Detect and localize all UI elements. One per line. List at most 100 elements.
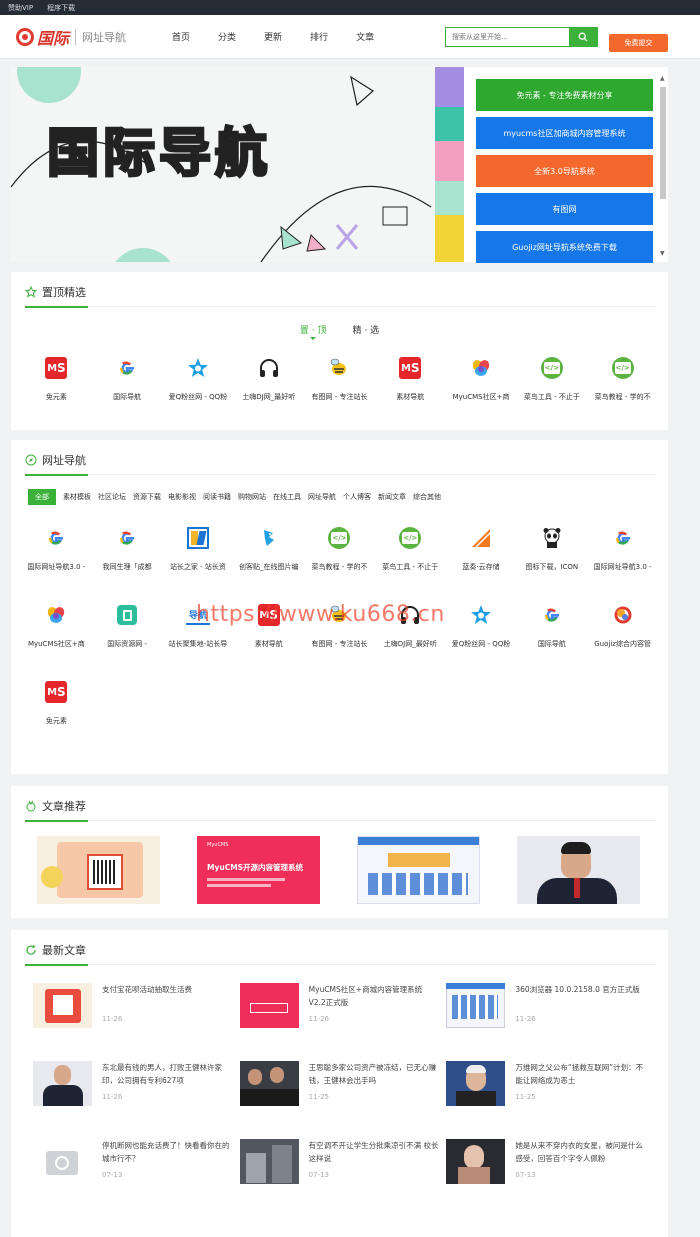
site-card[interactable]: 国际资源网 -	[92, 593, 163, 670]
category-9[interactable]: 个人博客	[343, 492, 371, 502]
category-10[interactable]: 新闻文章	[378, 492, 406, 502]
news-title[interactable]: 支付宝花呗活动抽取生活费	[102, 983, 232, 1011]
site-card[interactable]: 国际网址导航3.0 -	[21, 516, 92, 593]
site-logo[interactable]: 国际 网址导航	[16, 25, 166, 49]
quick-link-1[interactable]: myucms社区加商城内容管理系统	[476, 117, 653, 149]
scroll-up-icon[interactable]: ▲	[660, 75, 665, 82]
category-4[interactable]: 电影影视	[168, 492, 196, 502]
news-item[interactable]: 万维网之父公布“拯救互联网”计划：不能让网络成为恶土 11-25	[446, 1061, 653, 1106]
news-item[interactable]: MyuCMS社区+商城内容管理系统V2.2正式版 11-26	[239, 983, 447, 1028]
program-download-link[interactable]: 程序下载	[47, 3, 75, 13]
news-title[interactable]: 东北最有钱的男人，打败王健林许家印，公司拥有专利627项	[102, 1061, 232, 1089]
news-thumbnail[interactable]	[33, 983, 92, 1028]
category-7[interactable]: 在线工具	[273, 492, 301, 502]
article-thumb-myucms[interactable]: MyuCMS MyuCMS开源内容管理系统	[197, 836, 320, 904]
site-card[interactable]: MyuCMS社区+商	[446, 346, 517, 423]
news-item[interactable]: 她是从来不穿内衣的女星，被问是什么感受，回答百个字令人佩粉 07-13	[446, 1139, 653, 1184]
latest-panel: 最新文章 支付宝花呗活动抽取生活费 11-26 MyuCMS社区+商城内容管理系统V…	[11, 930, 668, 1237]
category-6[interactable]: 购物网站	[238, 492, 266, 502]
news-title[interactable]: 360浏览器 10.0.2158.0 官方正式版	[515, 983, 645, 1011]
news-item[interactable]: 支付宝花呗活动抽取生活费 11-26	[33, 983, 240, 1028]
category-3[interactable]: 资源下载	[133, 492, 161, 502]
news-thumbnail[interactable]	[446, 1061, 506, 1106]
news-date: 11-26	[308, 1015, 329, 1023]
site-card[interactable]: 土嗨DJ网_最好听	[233, 346, 304, 423]
site-card[interactable]: M S 免元素	[21, 670, 92, 747]
news-title[interactable]: 万维网之父公布“拯救互联网”计划：不能让网络成为恶土	[515, 1061, 645, 1089]
site-card[interactable]: 国际网址导航3.0 -	[587, 516, 658, 593]
site-card[interactable]: 站长之家 - 站长资	[163, 516, 234, 593]
category-11[interactable]: 综合其他	[413, 492, 441, 502]
tab-selected[interactable]: 精 · 选	[353, 323, 380, 336]
news-title[interactable]: 停机断网也能充话费了！快看看你在的城市行不？	[102, 1139, 232, 1167]
site-card[interactable]: </> 菜鸟教程 - 学的不	[587, 346, 658, 423]
article-thumb-alipay[interactable]	[37, 836, 160, 904]
nav-ranking[interactable]: 排行	[310, 30, 328, 43]
search-input[interactable]	[446, 28, 569, 46]
site-card[interactable]: 蓝奏·云存储	[446, 516, 517, 593]
site-card[interactable]: 图标下载，ICON	[516, 516, 587, 593]
nav-articles[interactable]: 文章	[356, 30, 374, 43]
news-thumbnail[interactable]	[446, 983, 506, 1028]
site-card[interactable]: M S 素材导航	[375, 346, 446, 423]
news-date: 11-25	[515, 1093, 536, 1101]
news-thumbnail[interactable]	[239, 1139, 299, 1184]
news-date: 11-26	[102, 1015, 123, 1023]
news-thumbnail[interactable]	[239, 983, 299, 1028]
search-icon	[578, 32, 588, 42]
category-0[interactable]: 全部	[28, 489, 56, 505]
site-card[interactable]: 我同生理「成都	[92, 516, 163, 593]
category-2[interactable]: 社区论坛	[98, 492, 126, 502]
site-card[interactable]: </> 菜鸟工具 - 不止于	[516, 346, 587, 423]
category-1[interactable]: 素材模板	[63, 492, 91, 502]
news-date: 07-13	[515, 1171, 536, 1179]
news-title[interactable]: 有空调不开让学生分批乘凉引不满 校长这样说	[309, 1139, 439, 1167]
news-item[interactable]: 东北最有钱的男人，打败王健林许家印，公司拥有专利627项 11-26	[33, 1061, 240, 1106]
site-card[interactable]: Guojiz综合内容管	[587, 593, 658, 670]
quick-link-3[interactable]: 有图网	[476, 193, 653, 225]
news-thumbnail[interactable]	[446, 1139, 506, 1184]
article-thumb-person[interactable]	[517, 836, 640, 904]
nav-home[interactable]: 首页	[172, 30, 190, 43]
site-card[interactable]: </> 菜鸟教程 - 学的不	[304, 516, 375, 593]
site-card[interactable]: 国际导航	[92, 346, 163, 423]
news-thumbnail[interactable]	[33, 1061, 92, 1106]
site-card[interactable]: 创客贴_在线图片编	[233, 516, 304, 593]
news-thumbnail[interactable]	[239, 1061, 299, 1106]
google-g-icon	[44, 526, 68, 550]
scroll-down-icon[interactable]: ▼	[660, 250, 665, 257]
nav-updates[interactable]: 更新	[264, 30, 282, 43]
site-card[interactable]: M S 免元素	[21, 346, 92, 423]
quick-link-4[interactable]: Guojiz网址导航系统免费下载	[476, 231, 653, 263]
site-card[interactable]: 有图网 - 专注站长	[304, 346, 375, 423]
category-8[interactable]: 网址导航	[308, 492, 336, 502]
news-item[interactable]: 停机断网也能充话费了！快看看你在的城市行不？ 07-13	[33, 1139, 240, 1184]
free-submit-button[interactable]: 免费提交	[609, 34, 668, 52]
news-title[interactable]: MyuCMS社区+商城内容管理系统V2.2正式版	[309, 983, 439, 1011]
quick-link-0[interactable]: 免元素 - 专注免费素材分享	[476, 79, 653, 111]
category-5[interactable]: 阅读书籍	[203, 492, 231, 502]
sponsor-vip-link[interactable]: 赞助VIP	[8, 3, 33, 13]
news-title[interactable]: 王思聪多家公司资产被冻结，已无心赚钱，王健林会出手吗	[309, 1061, 439, 1089]
site-card[interactable]: </> 菜鸟工具 - 不止于	[375, 516, 446, 593]
news-date: 07-13	[308, 1171, 329, 1179]
site-card[interactable]: MyuCMS社区+商	[21, 593, 92, 670]
news-item[interactable]: 王思聪多家公司资产被冻结，已无心赚钱，王健林会出手吗 11-25	[239, 1061, 447, 1106]
pinned-site-grid: M S 免元素 国际导航 爱Q粉丝网 - QQ粉 土嗨DJ网_最好听 有图网 - 专注站长 M…	[21, 346, 658, 423]
article-thumb-browser[interactable]	[357, 836, 480, 904]
news-thumbnail[interactable]	[33, 1139, 92, 1184]
banner-slide[interactable]: 国际导航	[11, 67, 464, 262]
nav-category[interactable]: 分类	[218, 30, 236, 43]
site-card[interactable]: 爱Q粉丝网 - QQ粉	[446, 593, 517, 670]
search-button[interactable]	[569, 28, 597, 46]
site-card[interactable]: 爱Q粉丝网 - QQ粉	[163, 346, 234, 423]
news-title[interactable]: 她是从来不穿内衣的女星，被问是什么感受，回答百个字令人佩粉	[515, 1139, 645, 1167]
quick-link-2[interactable]: 全新3.0导航系统	[476, 155, 653, 187]
code-icon: </>	[540, 356, 564, 380]
news-item[interactable]: 360浏览器 10.0.2158.0 官方正式版 11-26	[446, 983, 653, 1028]
site-card[interactable]: 国际导航	[516, 593, 587, 670]
quick-links-scrollbar[interactable]: ▲ ▼	[659, 75, 667, 257]
news-item[interactable]: 有空调不开让学生分批乘凉引不满 校长这样说 07-13	[239, 1139, 447, 1184]
panda-icon	[540, 526, 564, 550]
tab-pinned[interactable]: 置 · 顶	[300, 323, 327, 340]
